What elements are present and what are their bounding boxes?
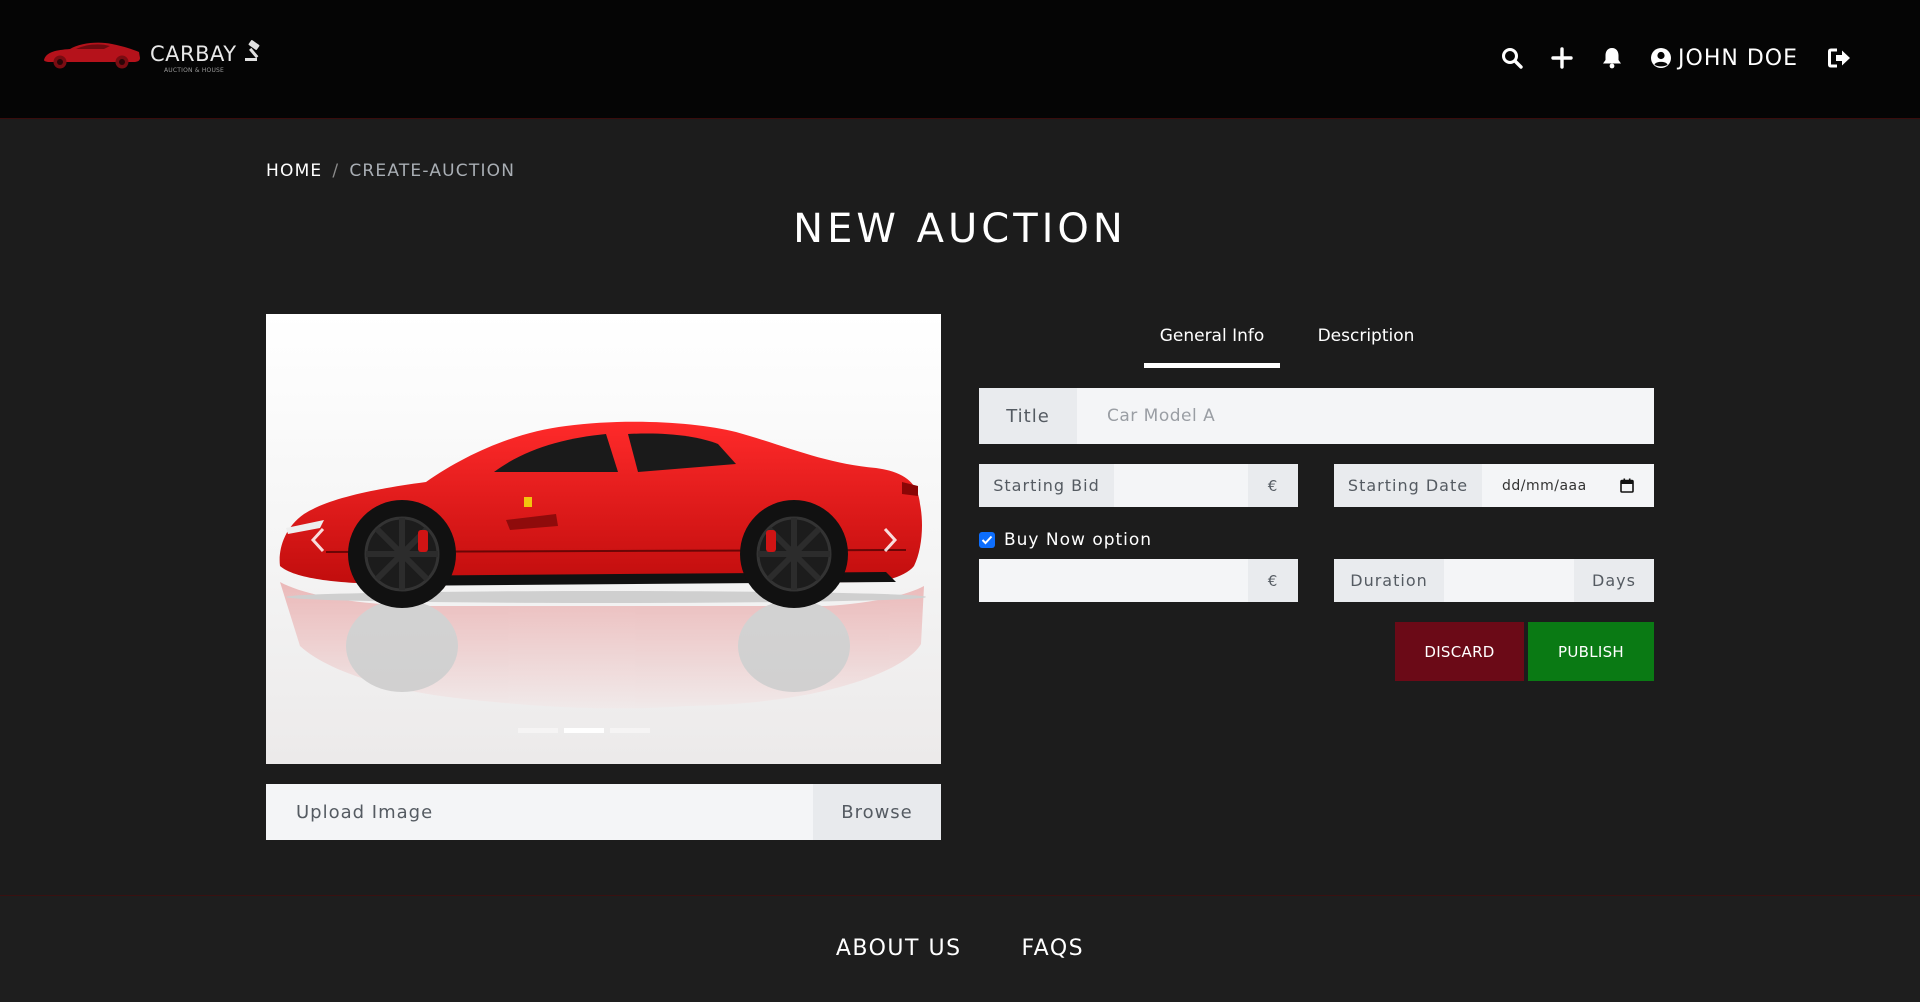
date-placeholder: dd/mm/aaa: [1502, 477, 1587, 494]
buy-now-price-field: €: [979, 559, 1298, 602]
discard-button[interactable]: DISCARD: [1395, 622, 1524, 681]
footer-faqs-link[interactable]: FAQS: [1022, 936, 1085, 961]
check-icon: [981, 535, 993, 545]
duration-unit: Days: [1574, 559, 1654, 602]
brand-logo[interactable]: CARBAY AUCTION & HOUSE: [42, 38, 265, 74]
tab-general-info[interactable]: General Info: [1144, 320, 1280, 368]
footer-links: ABOUT US FAQS: [0, 936, 1920, 961]
image-upload-field: Upload Image Browse: [266, 784, 941, 840]
starting-date-label: Starting Date: [1334, 464, 1482, 507]
gavel-icon: [244, 40, 260, 61]
search-icon[interactable]: [1500, 44, 1524, 72]
duration-field: Duration Days: [1334, 559, 1654, 602]
logout-icon[interactable]: [1828, 44, 1852, 72]
breadcrumb: HOME / CREATE-AUCTION: [266, 161, 515, 181]
bell-icon[interactable]: [1600, 44, 1624, 72]
buy-now-checkbox[interactable]: [979, 532, 995, 548]
buy-now-checkbox-row[interactable]: Buy Now option: [979, 530, 1152, 550]
tab-description[interactable]: Description: [1316, 320, 1416, 368]
nav-actions: JOHN DOE: [1500, 40, 1852, 76]
starting-bid-field: Starting Bid €: [979, 464, 1298, 507]
form-tabs: General Info Description: [1144, 320, 1416, 368]
footer: ABOUT US FAQS: [0, 895, 1920, 1002]
page-title: NEW AUCTION: [793, 206, 1127, 252]
buy-now-label: Buy Now option: [1004, 530, 1153, 550]
starting-bid-input[interactable]: [1114, 464, 1248, 507]
carousel-indicator[interactable]: [518, 728, 558, 733]
carousel-indicators: [518, 728, 650, 733]
user-circle-icon: [1651, 48, 1672, 68]
car-logo-icon: [44, 42, 140, 69]
duration-label: Duration: [1334, 559, 1444, 602]
buy-now-price-input[interactable]: [979, 559, 1248, 602]
brand-name: CARBAY: [150, 42, 237, 66]
top-navbar: CARBAY AUCTION & HOUSE JOHN DOE: [0, 0, 1920, 119]
browse-button[interactable]: Browse: [813, 784, 941, 840]
upload-image-input[interactable]: Upload Image: [266, 784, 813, 840]
breadcrumb-separator: /: [332, 161, 340, 181]
user-menu[interactable]: JOHN DOE: [1650, 46, 1798, 71]
brand-text: CARBAY AUCTION & HOUSE: [150, 42, 237, 74]
chevron-right-icon: [883, 527, 898, 553]
breadcrumb-home[interactable]: HOME: [266, 161, 322, 181]
plus-icon[interactable]: [1550, 44, 1574, 72]
carousel-indicator[interactable]: [610, 728, 650, 733]
breadcrumb-current: CREATE-AUCTION: [349, 161, 516, 181]
footer-about-link[interactable]: ABOUT US: [836, 936, 962, 961]
carousel-prev-button[interactable]: [298, 520, 338, 560]
title-field: Title Car Model A: [979, 388, 1654, 444]
chevron-left-icon: [310, 527, 325, 553]
starting-date-input[interactable]: dd/mm/aaa: [1482, 464, 1654, 507]
publish-button[interactable]: PUBLISH: [1528, 622, 1654, 681]
carousel-next-button[interactable]: [870, 520, 910, 560]
currency-addon: €: [1248, 559, 1298, 602]
brand-tagline: AUCTION & HOUSE: [164, 67, 225, 74]
starting-date-field: Starting Date dd/mm/aaa: [1334, 464, 1654, 507]
car-image-carousel: [266, 314, 941, 764]
car-photo: [279, 421, 926, 709]
starting-bid-label: Starting Bid: [979, 464, 1114, 507]
user-name: JOHN DOE: [1678, 45, 1798, 71]
calendar-icon[interactable]: [1620, 478, 1634, 493]
currency-addon: €: [1248, 464, 1298, 507]
duration-input[interactable]: [1444, 559, 1574, 602]
title-input[interactable]: Car Model A: [1077, 388, 1654, 444]
carousel-indicator-active[interactable]: [564, 728, 604, 733]
title-label: Title: [979, 388, 1077, 444]
